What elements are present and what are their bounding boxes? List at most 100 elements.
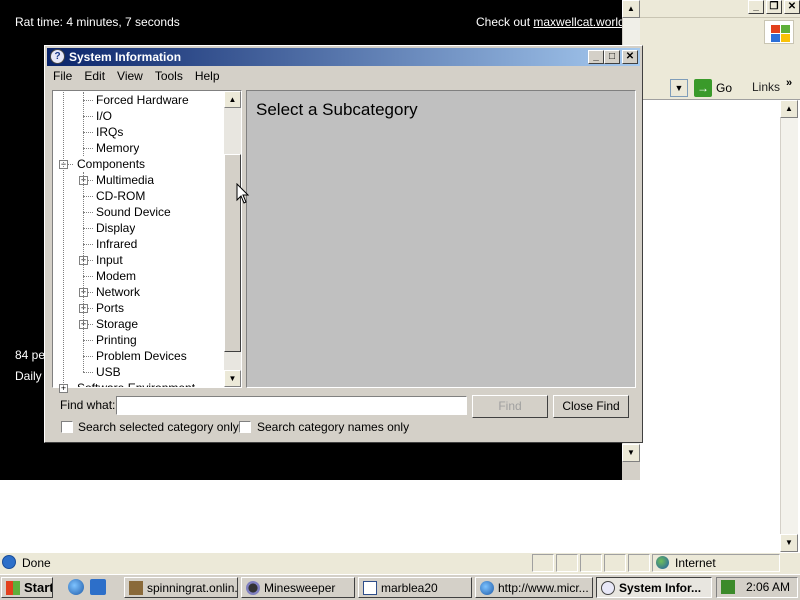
tree-item[interactable]: Display: [96, 220, 135, 236]
rat-time-text: Rat time: 4 minutes, 7 seconds: [15, 15, 180, 29]
tree-connector: [83, 340, 93, 341]
tree-item[interactable]: Input: [96, 252, 123, 268]
tree-item[interactable]: Infrared: [96, 236, 137, 252]
taskbar-button-spinningrat[interactable]: spinningrat.onlin...: [124, 577, 238, 598]
tree-connector: [83, 172, 84, 372]
menu-view[interactable]: View: [111, 67, 149, 85]
tree-connector: [83, 356, 93, 357]
close-icon[interactable]: ✕: [784, 0, 800, 14]
tree-item[interactable]: Memory: [96, 140, 139, 156]
scroll-corner: [622, 462, 640, 480]
tree-item[interactable]: CD-ROM: [96, 188, 145, 204]
tree-item[interactable]: Multimedia: [96, 172, 154, 188]
find-label: Find what:: [60, 398, 116, 412]
address-dropdown-icon[interactable]: ▼: [670, 79, 688, 97]
tree-item[interactable]: Forced Hardware: [96, 92, 189, 108]
taskbar-button-system-information[interactable]: System Infor...: [596, 577, 712, 598]
menu-edit[interactable]: Edit: [78, 67, 111, 85]
tree-connector: [83, 116, 93, 117]
search-names-label: Search category names only: [257, 420, 410, 434]
tree-item[interactable]: IRQs: [96, 124, 123, 140]
clock[interactable]: 2:06 AM: [746, 580, 790, 594]
windows-logo-icon: [764, 20, 794, 44]
taskbar-button-minesweeper[interactable]: Minesweeper: [241, 577, 355, 598]
checkout-text: Check out maxwellcat.world!: [476, 15, 628, 29]
chevron-right-icon[interactable]: »: [786, 77, 792, 89]
menu-help[interactable]: Help: [189, 67, 226, 85]
scroll-down-icon[interactable]: ▼: [622, 444, 640, 462]
status-segment: [628, 554, 650, 572]
tree-item[interactable]: I/O: [96, 108, 112, 124]
maxwellcat-link[interactable]: maxwellcat.world!: [533, 15, 628, 29]
browser-title-strip: _ ❐ ✕: [640, 0, 800, 18]
tree-connector: [83, 196, 93, 197]
zone-text: Internet: [675, 556, 716, 570]
tree-connector: [83, 92, 84, 156]
tree-connector: [83, 132, 93, 133]
tree-connector: [83, 100, 93, 101]
search-selected-label: Search selected category only: [78, 420, 239, 434]
tray-app-icon[interactable]: [721, 580, 735, 594]
zone-segment: [652, 554, 780, 572]
browser-toolbar: [640, 46, 800, 76]
category-tree[interactable]: [52, 90, 242, 388]
search-names-checkbox[interactable]: [239, 421, 251, 433]
scroll-down-icon[interactable]: ▼: [780, 534, 798, 552]
restore-icon[interactable]: ❐: [766, 0, 782, 14]
scroll-down-icon[interactable]: ▼: [224, 370, 241, 387]
tree-connector: [83, 372, 93, 373]
go-button[interactable]: → Go: [694, 79, 742, 97]
menu-tools[interactable]: Tools: [149, 67, 189, 85]
links-label[interactable]: Links: [752, 80, 780, 94]
window-icon: [363, 580, 377, 595]
close-find-button[interactable]: Close Find: [553, 395, 629, 418]
minimize-icon[interactable]: _: [748, 0, 764, 14]
windows-flag-icon: [6, 580, 20, 595]
status-segment: [556, 554, 578, 572]
percent-text: 84 pe: [15, 348, 46, 362]
taskbar-button-label: spinningrat.onlin...: [147, 580, 238, 595]
scroll-up-icon[interactable]: ▲: [224, 91, 241, 108]
tree-item[interactable]: Components: [77, 156, 145, 172]
mouse-cursor-icon: [236, 183, 250, 204]
tree-item[interactable]: Storage: [96, 316, 138, 332]
internet-explorer-icon[interactable]: [68, 579, 84, 595]
outlook-express-icon[interactable]: [90, 579, 106, 595]
close-icon[interactable]: ✕: [622, 50, 638, 64]
system-information-icon: [601, 580, 615, 595]
browser-scrollbar[interactable]: [780, 100, 798, 552]
find-button[interactable]: Find: [472, 395, 548, 418]
tree-item[interactable]: Sound Device: [96, 204, 171, 220]
globe-icon: [656, 556, 669, 569]
tree-item[interactable]: Software Environment: [77, 380, 195, 387]
tree-connector: [83, 244, 93, 245]
web-page-icon: [129, 580, 143, 595]
system-information-icon[interactable]: ?: [50, 49, 65, 64]
maximize-icon[interactable]: □: [604, 50, 620, 64]
status-segment: [532, 554, 554, 572]
checkout-prefix: Check out: [476, 15, 534, 29]
browser-menu-row: [640, 18, 800, 46]
tree-item[interactable]: Problem Devices: [96, 348, 187, 364]
find-input[interactable]: [116, 396, 467, 415]
taskbar-button-marblea20[interactable]: marblea20: [358, 577, 472, 598]
taskbar-button-label: http://www.micr...: [498, 580, 589, 595]
tree-item[interactable]: Printing: [96, 332, 137, 348]
taskbar-button-ie[interactable]: http://www.micr...: [475, 577, 593, 598]
tree-item[interactable]: USB: [96, 364, 121, 380]
scroll-up-icon[interactable]: ▲: [622, 0, 640, 18]
search-selected-checkbox[interactable]: [61, 421, 73, 433]
tree-item[interactable]: Network: [96, 284, 140, 300]
tree-item[interactable]: Modem: [96, 268, 136, 284]
tree-connector: [83, 212, 93, 213]
start-button[interactable]: Start: [1, 577, 53, 598]
minimize-icon[interactable]: _: [588, 50, 604, 64]
go-label: Go: [716, 81, 733, 95]
menu-bar: File Edit View Tools Help: [47, 67, 640, 85]
tree-item[interactable]: Ports: [96, 300, 124, 316]
taskbar-button-label: marblea20: [381, 580, 438, 595]
detail-pane: [246, 90, 636, 388]
scroll-up-icon[interactable]: ▲: [780, 100, 798, 118]
window-title: System Information: [69, 50, 182, 64]
menu-file[interactable]: File: [47, 67, 78, 85]
